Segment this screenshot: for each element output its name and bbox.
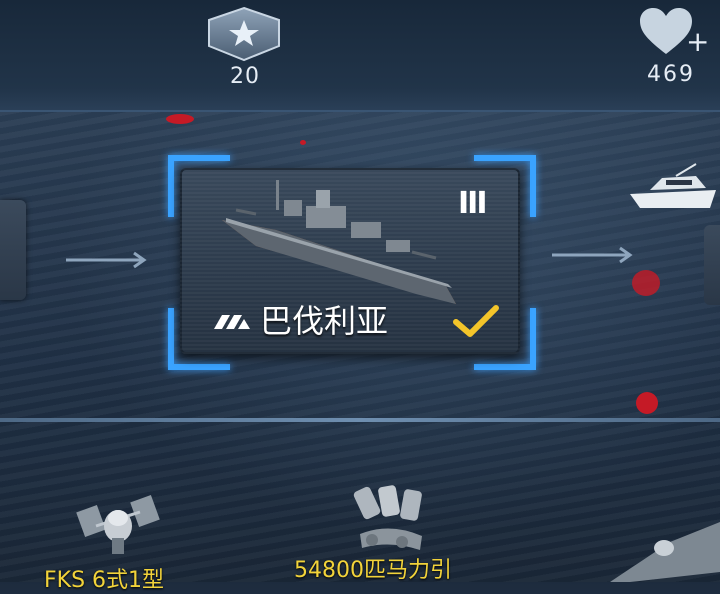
next-ship-card[interactable] <box>704 225 720 305</box>
blood-splatter <box>632 270 660 296</box>
hearts-display[interactable]: + 469 <box>636 6 716 90</box>
rank-value: 20 <box>230 64 260 89</box>
blood-splatter <box>166 114 194 124</box>
engine-icon <box>353 485 422 550</box>
cannon-barrel <box>610 522 720 582</box>
section-divider <box>0 418 720 422</box>
previous-ship-card[interactable] <box>0 200 26 300</box>
blood-splatter <box>300 140 306 145</box>
rank-display[interactable]: 20 <box>205 6 285 89</box>
blood-splatter <box>636 392 658 414</box>
radar-icon <box>76 495 160 554</box>
tier-label: III <box>458 186 487 221</box>
yacht-icon <box>630 163 716 208</box>
top-bar: 20 + 469 <box>0 0 720 112</box>
add-hearts-button[interactable]: + <box>686 28 709 56</box>
ship-name: 巴伐利亚 <box>260 302 389 340</box>
arrow-right-icon <box>552 246 633 264</box>
equipment-label: 54800匹马力引 <box>294 558 452 583</box>
selected-ship-card[interactable]: III 巴伐利亚 <box>180 168 520 354</box>
equipment-item[interactable]: 54800匹马力引 <box>290 484 500 583</box>
checkmark-icon <box>453 305 499 337</box>
equipment-label: FKS 6式1型 <box>44 568 165 593</box>
ship-type-icon <box>214 315 250 329</box>
rank-star-icon <box>208 6 280 62</box>
equipment-item[interactable]: FKS 6式1型 <box>40 488 200 593</box>
hearts-value: 469 <box>647 62 695 87</box>
arrow-right-icon <box>66 251 147 269</box>
